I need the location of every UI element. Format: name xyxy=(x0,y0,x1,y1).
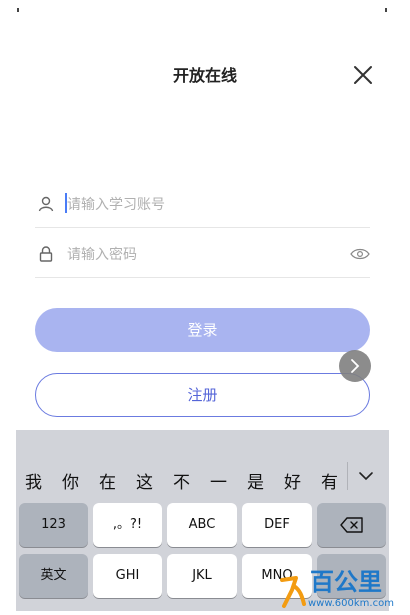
key-def[interactable]: DEF xyxy=(242,503,312,547)
backspace-key[interactable] xyxy=(317,503,386,547)
candidate-item[interactable]: 不 xyxy=(173,468,190,493)
account-field[interactable] xyxy=(35,181,370,228)
candidate-item[interactable]: 是 xyxy=(247,468,264,493)
password-input[interactable] xyxy=(65,241,339,269)
user-icon xyxy=(38,196,54,212)
key-jkl[interactable]: JKL xyxy=(167,554,237,598)
close-icon xyxy=(354,66,372,84)
key-punctuation[interactable]: ,。?! xyxy=(93,503,162,547)
key-123[interactable]: 123 xyxy=(19,503,88,547)
watermark-brand: 百公里 xyxy=(310,568,382,596)
key-ghi[interactable]: GHI xyxy=(93,554,162,598)
close-button[interactable] xyxy=(349,61,377,89)
candidate-bar: 我 你 在 这 不 一 是 好 有 xyxy=(16,430,389,493)
status-mark-left xyxy=(17,8,19,12)
candidate-item[interactable]: 有 xyxy=(321,468,338,493)
eye-icon[interactable] xyxy=(350,247,370,261)
candidate-item[interactable]: 好 xyxy=(284,468,301,493)
floating-arrow-button[interactable] xyxy=(339,350,371,382)
register-button[interactable]: 注册 xyxy=(35,373,370,417)
key-english[interactable]: 英文 xyxy=(19,554,88,598)
account-input[interactable] xyxy=(65,191,339,219)
key-abc[interactable]: ABC xyxy=(167,503,237,547)
candidate-divider xyxy=(347,462,348,490)
watermark-url: www.600km.com xyxy=(308,598,394,609)
watermark-logo: 百公里 www.600km.com xyxy=(274,560,410,611)
candidate-item[interactable]: 在 xyxy=(99,468,116,493)
candidate-item[interactable]: 我 xyxy=(25,468,42,493)
login-button[interactable]: 登录 xyxy=(35,308,370,352)
password-field[interactable] xyxy=(35,231,370,278)
chevron-right-icon xyxy=(351,359,360,373)
status-mark-right xyxy=(385,8,387,12)
candidate-item[interactable]: 你 xyxy=(62,468,79,493)
candidate-item[interactable]: 一 xyxy=(210,468,227,493)
chevron-down-icon[interactable] xyxy=(358,470,374,482)
backspace-icon xyxy=(339,517,363,533)
candidate-item[interactable]: 这 xyxy=(136,468,153,493)
lock-icon xyxy=(39,246,53,262)
